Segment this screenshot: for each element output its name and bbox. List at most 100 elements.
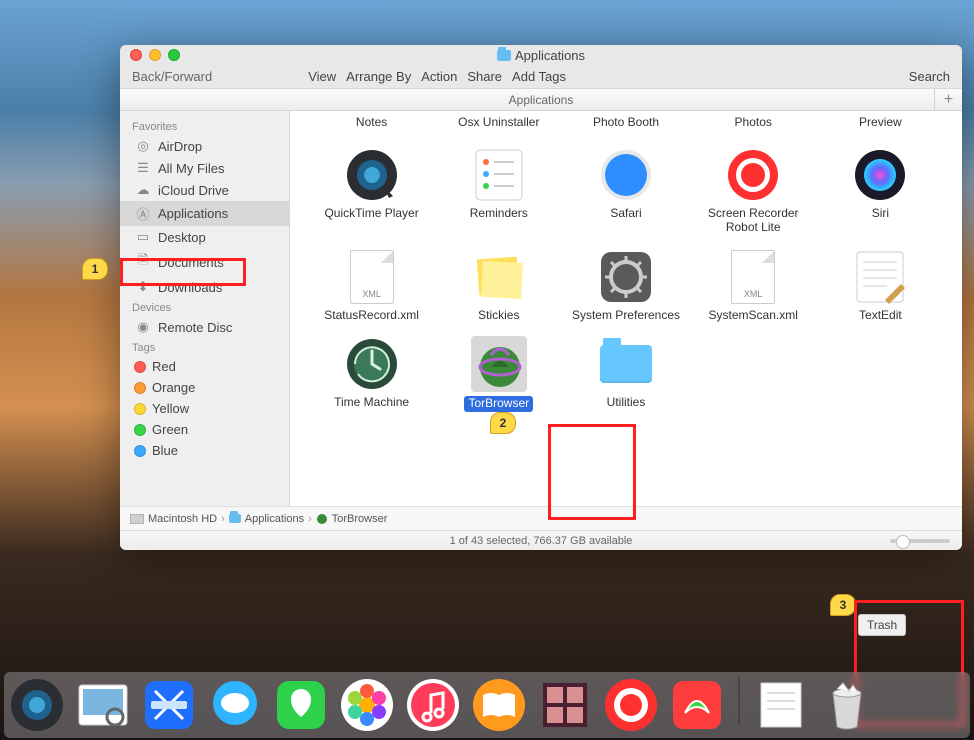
app-label[interactable]: Notes bbox=[308, 115, 435, 129]
icloud-drive-icon: ☁ bbox=[134, 182, 152, 198]
back-forward-button[interactable]: Back/Forward bbox=[132, 69, 212, 84]
sidebar-item-all-my-files[interactable]: ☰ All My Files bbox=[120, 157, 289, 179]
app-label: Reminders bbox=[470, 207, 528, 221]
dock-item-photobooth[interactable] bbox=[536, 676, 594, 734]
annotation-box-1 bbox=[120, 258, 246, 286]
annotation-box-2 bbox=[548, 424, 636, 520]
sidebar-item-label: Red bbox=[152, 359, 176, 374]
app-system-preferences[interactable]: System Preferences bbox=[562, 249, 689, 323]
app-reminders[interactable]: Reminders bbox=[435, 147, 562, 235]
app-label: Time Machine bbox=[334, 396, 409, 410]
sidebar-item-label: AirDrop bbox=[158, 139, 202, 154]
sidebar-heading-tags: Tags bbox=[120, 338, 289, 356]
sidebar-tag-green[interactable]: Green bbox=[120, 419, 289, 440]
path-crumb-torbrowser[interactable]: TorBrowser bbox=[316, 513, 388, 525]
toolbar: Back/Forward View Arrange By Action Shar… bbox=[120, 65, 962, 89]
sidebar-item-label: Orange bbox=[152, 380, 195, 395]
status-bar: 1 of 43 selected, 766.37 GB available bbox=[120, 530, 962, 550]
xml-file-icon: XML bbox=[344, 249, 400, 305]
app-screen-recorder[interactable]: Screen Recorder Robot Lite bbox=[690, 147, 817, 235]
folder-utilities[interactable]: Utilities bbox=[562, 336, 689, 412]
system-preferences-icon bbox=[598, 249, 654, 305]
quicktime-icon bbox=[344, 147, 400, 203]
menu-arrange-by[interactable]: Arrange By bbox=[346, 69, 411, 84]
menu-add-tags[interactable]: Add Tags bbox=[512, 69, 566, 84]
app-label[interactable]: Osx Uninstaller bbox=[435, 115, 562, 129]
status-text: 1 of 43 selected, 766.37 GB available bbox=[450, 535, 633, 547]
annotation-1: 1 bbox=[82, 258, 108, 280]
sidebar-item-icloud-drive[interactable]: ☁ iCloud Drive bbox=[120, 179, 289, 201]
new-tab-button[interactable]: + bbox=[934, 89, 962, 110]
annotation-3: 3 bbox=[830, 594, 856, 616]
siri-icon bbox=[852, 147, 908, 203]
app-textedit[interactable]: TextEdit bbox=[817, 249, 944, 323]
sidebar-item-applications[interactable]: Ⓐ Applications bbox=[120, 201, 289, 226]
sidebar-tag-yellow[interactable]: Yellow bbox=[120, 398, 289, 419]
menu-action[interactable]: Action bbox=[421, 69, 457, 84]
chevron-right-icon: › bbox=[221, 513, 225, 525]
path-crumb-macintosh-hd[interactable]: Macintosh HD bbox=[130, 513, 217, 525]
app-label[interactable]: Photos bbox=[690, 115, 817, 129]
dock-item-documents[interactable] bbox=[752, 676, 810, 734]
textedit-icon bbox=[852, 249, 908, 305]
path-bar: Macintosh HD › Applications › TorBrowser bbox=[120, 506, 962, 530]
sidebar-item-label: Blue bbox=[152, 443, 178, 458]
applications-icon: Ⓐ bbox=[134, 204, 152, 223]
titlebar[interactable]: Applications bbox=[120, 45, 962, 65]
remote-disc-icon: ◉ bbox=[134, 319, 152, 335]
sidebar-tag-orange[interactable]: Orange bbox=[120, 377, 289, 398]
search-button[interactable]: Search bbox=[909, 69, 950, 84]
sidebar-tag-red[interactable]: Red bbox=[120, 356, 289, 377]
file-statusrecord-xml[interactable]: XML StatusRecord.xml bbox=[308, 249, 435, 323]
tag-dot-icon bbox=[134, 382, 146, 394]
dock-item-facetime[interactable] bbox=[272, 676, 330, 734]
sidebar-item-airdrop[interactable]: ◎ AirDrop bbox=[120, 135, 289, 157]
app-label: TorBrowser bbox=[464, 396, 533, 412]
app-label[interactable]: Preview bbox=[817, 115, 944, 129]
dock-item-quicktime[interactable] bbox=[8, 676, 66, 734]
app-label[interactable]: Photo Booth bbox=[562, 115, 689, 129]
tag-dot-icon bbox=[134, 445, 146, 457]
sidebar-tag-blue[interactable]: Blue bbox=[120, 440, 289, 461]
dock-item-trash[interactable] bbox=[818, 676, 876, 734]
sidebar-item-label: Desktop bbox=[158, 230, 206, 245]
dock-item-xcode[interactable] bbox=[140, 676, 198, 734]
dock-item-photos[interactable] bbox=[338, 676, 396, 734]
all-my-files-icon: ☰ bbox=[134, 160, 152, 176]
sidebar-item-label: Applications bbox=[158, 206, 228, 221]
app-safari[interactable]: Safari bbox=[562, 147, 689, 235]
sidebar-item-label: Yellow bbox=[152, 401, 189, 416]
dock-item-preview[interactable] bbox=[74, 676, 132, 734]
dock-item-screen-recorder[interactable] bbox=[602, 676, 660, 734]
dock-item-itunes[interactable] bbox=[404, 676, 462, 734]
tab-label[interactable]: Applications bbox=[509, 93, 574, 107]
sidebar-item-desktop[interactable]: ▭ Desktop bbox=[120, 226, 289, 248]
sidebar-heading-devices: Devices bbox=[120, 298, 289, 316]
torbrowser-icon bbox=[316, 513, 328, 525]
sidebar-item-label: All My Files bbox=[158, 161, 224, 176]
menu-share[interactable]: Share bbox=[467, 69, 502, 84]
sidebar: Favorites ◎ AirDrop ☰ All My Files ☁ iCl… bbox=[120, 111, 290, 506]
app-torbrowser[interactable]: TorBrowser bbox=[435, 336, 562, 412]
dock-item-messages[interactable] bbox=[206, 676, 264, 734]
app-label: TextEdit bbox=[859, 309, 902, 323]
path-crumb-applications[interactable]: Applications bbox=[229, 513, 304, 525]
app-time-machine[interactable]: Time Machine bbox=[308, 336, 435, 412]
app-label: Stickies bbox=[478, 309, 519, 323]
dock bbox=[0, 662, 974, 740]
torbrowser-icon bbox=[471, 336, 527, 392]
app-quicktime-player[interactable]: QuickTime Player bbox=[308, 147, 435, 235]
screen-recorder-icon bbox=[725, 147, 781, 203]
sidebar-item-remote-disc[interactable]: ◉ Remote Disc bbox=[120, 316, 289, 338]
file-systemscan-xml[interactable]: XML SystemScan.xml bbox=[690, 249, 817, 323]
sidebar-item-label: iCloud Drive bbox=[158, 183, 229, 198]
menu-view[interactable]: View bbox=[308, 69, 336, 84]
app-stickies[interactable]: Stickies bbox=[435, 249, 562, 323]
app-label: QuickTime Player bbox=[324, 207, 418, 221]
app-label: Screen Recorder Robot Lite bbox=[698, 207, 808, 235]
dock-item-ibooks[interactable] bbox=[470, 676, 528, 734]
trash-tooltip: Trash bbox=[858, 614, 906, 636]
icon-size-slider[interactable] bbox=[890, 539, 950, 543]
dock-item-uninstaller[interactable] bbox=[668, 676, 726, 734]
app-siri[interactable]: Siri bbox=[817, 147, 944, 235]
